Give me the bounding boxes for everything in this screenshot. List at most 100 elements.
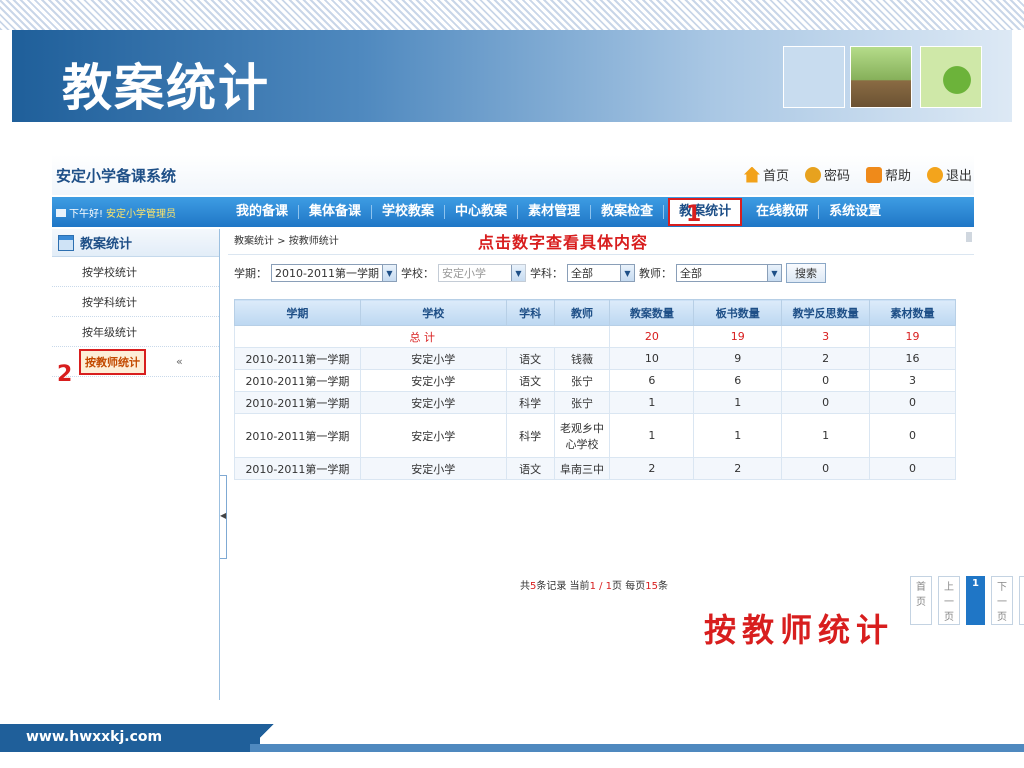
calendar-icon — [58, 234, 74, 251]
cell-term: 2010-2011第一学期 — [234, 413, 361, 458]
table-row: 2010-2011第一学期 安定小学 科学 老观乡中心学校 1 1 1 0 — [234, 413, 956, 458]
school-select[interactable]: 安定小学 ▼ — [437, 264, 526, 282]
dropdown-arrow-icon: ▼ — [510, 265, 525, 281]
nav-school-plans[interactable]: 学校教案 — [372, 205, 446, 219]
col-school: 学校 — [359, 299, 507, 326]
home-link[interactable]: 首页 — [743, 165, 789, 184]
col-reflection-count: 教学反思数量 — [781, 299, 871, 326]
cell-school: 安定小学 — [359, 413, 507, 458]
cell-reflection-count[interactable]: 0 — [781, 369, 871, 392]
cell-reflection-count[interactable]: 2 — [781, 347, 871, 370]
page-1-button[interactable]: 1 — [966, 576, 985, 625]
cell-school: 安定小学 — [359, 369, 507, 392]
cell-plan-count[interactable]: 6 — [609, 369, 695, 392]
user-card-icon — [56, 208, 66, 217]
cell-board-count[interactable]: 1 — [693, 413, 783, 458]
school-value: 安定小学 — [441, 267, 486, 280]
sidebar-item-label: 按年级统计 — [82, 325, 137, 339]
sidebar-item-by-school[interactable]: 按学校统计 — [52, 257, 219, 287]
leaf-photo — [920, 46, 982, 108]
next-page-button[interactable]: 下一页 — [990, 576, 1013, 625]
nav-group-lessons[interactable]: 集体备课 — [299, 205, 373, 219]
total-materials[interactable]: 19 — [869, 325, 956, 348]
table-row: 2010-2011第一学期 安定小学 语文 阜南三中 2 2 0 0 — [234, 457, 956, 480]
home-icon — [743, 166, 760, 183]
help-label: 帮助 — [884, 169, 911, 184]
cell-plan-count[interactable]: 2 — [609, 457, 695, 480]
subject-label: 学科： — [529, 267, 563, 280]
pager-text: 共 — [520, 581, 530, 592]
teacher-select[interactable]: 全部 ▼ — [675, 264, 782, 282]
cell-plan-count[interactable]: 10 — [609, 347, 695, 370]
decor-blank-square — [783, 46, 845, 108]
cell-teacher: 张宁 — [553, 391, 611, 414]
first-page-button[interactable]: 首页 — [910, 576, 932, 625]
dropdown-arrow-icon: ▼ — [381, 265, 396, 281]
collapse-chevron-icon[interactable]: « — [176, 355, 183, 368]
cell-subject: 科学 — [505, 413, 555, 458]
step-marker-2: 2 — [57, 362, 73, 387]
total-boards[interactable]: 19 — [693, 325, 783, 348]
app-header: 安定小学备课系统 首页 密码 帮助 退出 — [52, 155, 974, 195]
cell-material-count[interactable]: 0 — [869, 391, 956, 414]
dropdown-arrow-icon: ▼ — [619, 265, 634, 281]
subject-select[interactable]: 全部 ▼ — [566, 264, 635, 282]
table-row: 2010-2011第一学期 安定小学 科学 张宁 1 1 0 0 — [234, 391, 956, 414]
sidebar-item-by-grade[interactable]: 按年级统计 — [52, 317, 219, 347]
logout-link[interactable]: 退出 — [926, 165, 972, 184]
cell-material-count[interactable]: 16 — [869, 347, 956, 370]
logout-label: 退出 — [945, 169, 972, 184]
cell-material-count[interactable]: 3 — [869, 369, 956, 392]
nav-online-research[interactable]: 在线教研 — [746, 205, 820, 219]
nav-my-lessons[interactable]: 我的备课 — [226, 205, 300, 219]
cell-subject: 语文 — [505, 369, 555, 392]
table-row: 2010-2011第一学期 安定小学 语文 钱薇 10 9 2 16 — [234, 347, 956, 370]
table-row: 2010-2011第一学期 安定小学 语文 张宁 6 6 0 3 — [234, 369, 956, 392]
col-term: 学期 — [234, 299, 361, 326]
col-board-count: 板书数量 — [693, 299, 783, 326]
cell-material-count[interactable]: 0 — [869, 457, 956, 480]
cell-subject: 科学 — [505, 391, 555, 414]
sidebar-item-by-subject[interactable]: 按学科统计 — [52, 287, 219, 317]
sidebar-toggle-arrow-icon[interactable]: ◀ — [220, 511, 226, 520]
pager-per-page: 15 — [645, 581, 658, 592]
annotation-caption: 按教师统计 — [704, 611, 895, 649]
cell-board-count[interactable]: 1 — [693, 391, 783, 414]
cell-reflection-count[interactable]: 1 — [781, 413, 871, 458]
term-label: 学期： — [234, 267, 267, 280]
nav-plan-check[interactable]: 教案检查 — [591, 205, 665, 219]
slide: 教案统计 安定小学备课系统 首页 密码 帮助 退出 下午好! 安定小学管理员 我… — [0, 0, 1024, 768]
last-page-button[interactable]: 尾页 — [1018, 576, 1024, 625]
pager-info: 共5条记录 当前1 / 1页 每页15条 — [520, 577, 668, 592]
key-icon — [804, 166, 821, 183]
sidebar-item-by-teacher[interactable]: 按教师统计 « — [52, 347, 219, 377]
nav-plan-stats[interactable]: 教案统计 — [668, 198, 743, 226]
nav-settings[interactable]: 系统设置 — [819, 205, 891, 219]
nav-materials[interactable]: 素材管理 — [518, 205, 592, 219]
cell-material-count[interactable]: 0 — [869, 413, 956, 458]
password-label: 密码 — [823, 169, 850, 184]
total-plans[interactable]: 20 — [609, 325, 695, 348]
cell-board-count[interactable]: 2 — [693, 457, 783, 480]
pager-text: / — [595, 581, 606, 592]
scrollbar-stub[interactable] — [966, 232, 972, 242]
total-row: 总 计 20 19 3 19 — [233, 325, 956, 348]
filter-bar: 学期： 2010-2011第一学期 ▼ 学校： 安定小学 ▼ 学科： 全部 ▼ 教师：… — [234, 263, 826, 283]
search-button[interactable]: 搜索 — [785, 263, 826, 283]
cell-plan-count[interactable]: 1 — [609, 413, 695, 458]
cell-term: 2010-2011第一学期 — [234, 347, 361, 370]
cell-teacher: 张宁 — [553, 369, 611, 392]
password-link[interactable]: 密码 — [804, 165, 850, 184]
cell-plan-count[interactable]: 1 — [609, 391, 695, 414]
cell-reflection-count[interactable]: 0 — [781, 457, 871, 480]
cell-reflection-count[interactable]: 0 — [781, 391, 871, 414]
cell-board-count[interactable]: 6 — [693, 369, 783, 392]
nav-center-plans[interactable]: 中心教案 — [445, 205, 519, 219]
subject-value: 全部 — [570, 267, 593, 280]
total-reflections[interactable]: 3 — [781, 325, 871, 348]
term-select[interactable]: 2010-2011第一学期 ▼ — [271, 264, 397, 282]
top-hatch-band — [0, 0, 1024, 30]
prev-page-button[interactable]: 上一页 — [938, 576, 960, 625]
help-link[interactable]: 帮助 — [865, 165, 911, 184]
cell-board-count[interactable]: 9 — [693, 347, 783, 370]
